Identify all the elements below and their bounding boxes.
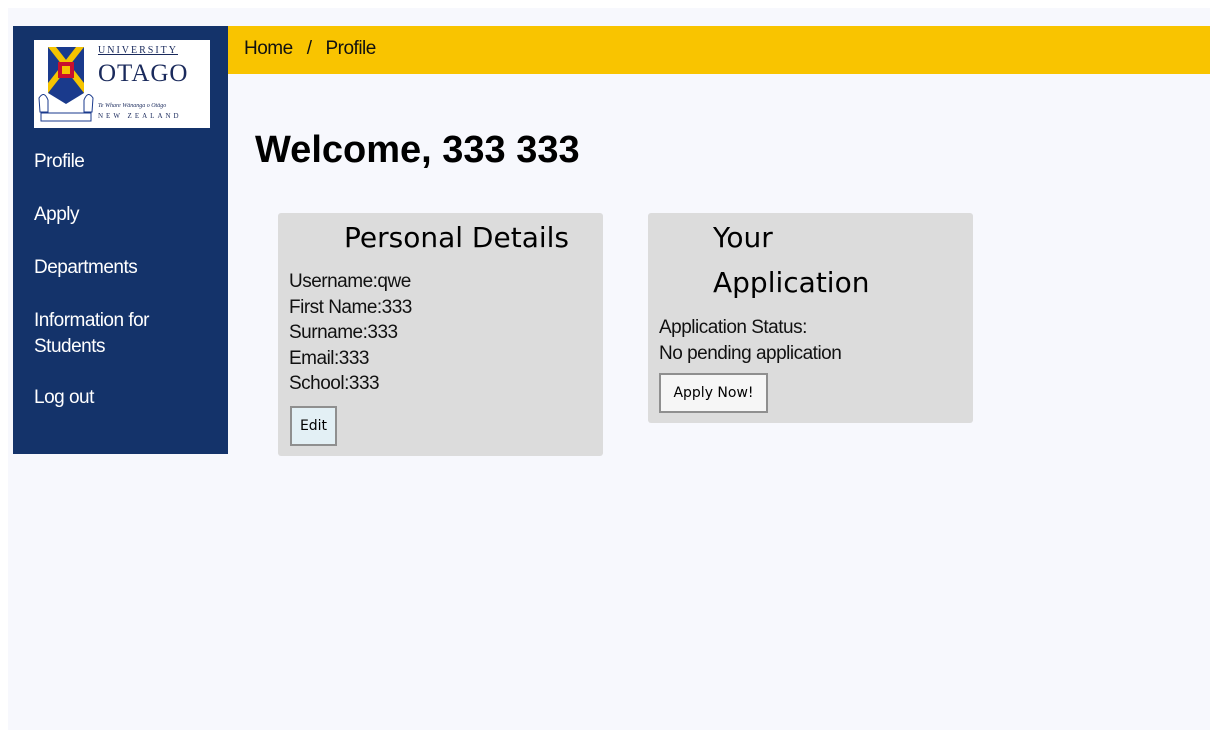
logo-country-text: NEW ZEALAND <box>98 112 182 120</box>
logo-maori-text: Te Whare Wānanga o Otāgo <box>98 103 167 109</box>
sidebar-item-departments[interactable]: Departments <box>34 255 138 281</box>
first-name-value: First Name:333 <box>289 296 412 318</box>
edit-button[interactable]: Edit <box>290 406 337 446</box>
school-value: School:333 <box>289 373 380 394</box>
page: UNIVERSITY OTAGO Te Whare Wānanga o Otāg… <box>8 8 1210 730</box>
sidebar-item-log-out[interactable]: Log out <box>34 385 94 411</box>
university-logo[interactable]: UNIVERSITY OTAGO Te Whare Wānanga o Otāg… <box>34 40 210 128</box>
sidebar: UNIVERSITY OTAGO Te Whare Wānanga o Otāg… <box>13 26 228 454</box>
breadcrumb: Home / Profile <box>244 38 376 60</box>
page-title: Welcome, 333 333 <box>255 129 580 171</box>
top-bar: Home / Profile <box>228 26 1210 74</box>
application-status-value: No pending application <box>659 342 842 364</box>
surname-value: Surname:333 <box>289 322 398 343</box>
personal-details-card: Personal Details Username:qwe First Name… <box>278 213 603 456</box>
application-status: Application Status: No pending applicati… <box>659 315 842 366</box>
breadcrumb-separator: / <box>306 38 312 59</box>
breadcrumb-home-link[interactable]: Home <box>244 38 293 59</box>
logo-otago-text: OTAGO <box>98 60 189 87</box>
sidebar-item-information-for-students[interactable]: Information for Students <box>34 308 204 360</box>
personal-details-list: Username:qwe First Name:333 Surname:333 … <box>289 269 412 397</box>
breadcrumb-current: Profile <box>325 38 376 59</box>
application-title: Your Application <box>713 221 870 299</box>
logo-university-text: UNIVERSITY <box>98 45 178 56</box>
sidebar-item-profile[interactable]: Profile <box>34 149 85 175</box>
personal-details-title: Personal Details <box>344 221 569 254</box>
sidebar-item-apply[interactable]: Apply <box>34 202 80 228</box>
apply-now-button[interactable]: Apply Now! <box>659 373 768 413</box>
email-value: Email:333 <box>289 347 369 369</box>
application-card: Your Application Application Status: No … <box>648 213 973 423</box>
application-status-label: Application Status: <box>659 317 807 338</box>
username-value: Username:qwe <box>289 271 411 292</box>
